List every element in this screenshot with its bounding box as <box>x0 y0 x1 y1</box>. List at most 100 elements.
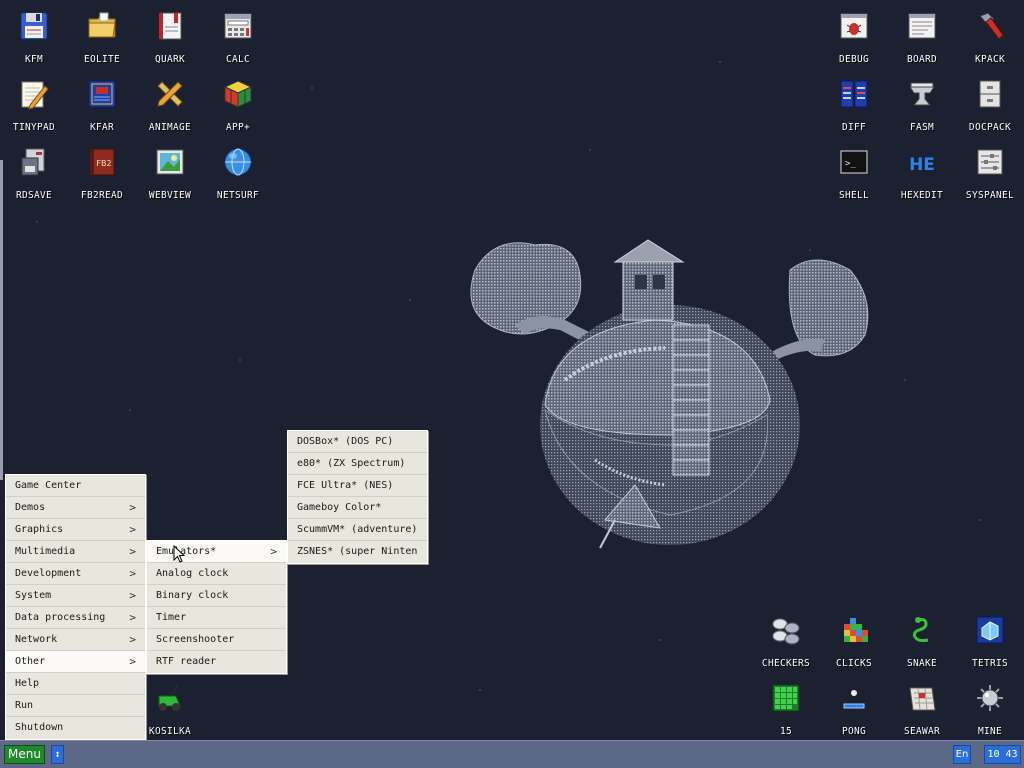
desktop-icon-label: KFAR <box>89 122 115 133</box>
desktop-icon-seawar[interactable]: SEAWAR <box>888 676 956 740</box>
menu-item-system[interactable]: System > <box>6 585 145 607</box>
menu-item-emulators[interactable]: Emulators* > <box>147 541 286 563</box>
menu-item-multimedia[interactable]: Multimedia > <box>6 541 145 563</box>
diff-icon <box>838 78 870 110</box>
desktop-icon-quark[interactable]: QUARK <box>136 4 204 68</box>
menu-item-label: e80* (ZX Spectrum) <box>297 458 406 469</box>
menu-item-scummvm[interactable]: ScummVM* (adventure) <box>288 519 427 541</box>
desktop-icon-debug[interactable]: DEBUG <box>820 4 888 68</box>
desktop-icon-label: TINYPAD <box>12 122 56 133</box>
desktop-icon-animage[interactable]: ANIMAGE <box>136 72 204 136</box>
desktop-icon-syspanel[interactable]: SYSPANEL <box>956 140 1024 204</box>
blocks-icon <box>838 614 870 646</box>
desktop-icon-kfm[interactable]: KFM <box>0 4 68 68</box>
desktop-icon-app-plus[interactable]: APP+ <box>204 72 272 136</box>
web-image-icon <box>154 146 186 178</box>
menu-item-e80[interactable]: e80* (ZX Spectrum) <box>288 453 427 475</box>
desktop-icon-label: NETSURF <box>216 190 260 201</box>
desktop-icon-eolite[interactable]: EOLITE <box>68 4 136 68</box>
menu-item-graphics[interactable]: Graphics > <box>6 519 145 541</box>
menu-item-label: Shutdown <box>15 722 64 733</box>
anvil-icon <box>906 78 938 110</box>
seawar-icon <box>906 682 938 714</box>
menu-item-label: Emulators* <box>156 546 217 557</box>
desktop-icon-label: TETRIS <box>971 658 1009 669</box>
desktop-icon-hexedit[interactable]: HE HEXEDIT <box>888 140 956 204</box>
menu-item-game-center[interactable]: Game Center <box>6 475 145 497</box>
desktop-icon-15[interactable]: 15 <box>752 676 820 740</box>
menu-item-shutdown[interactable]: Shutdown <box>6 717 145 739</box>
left-edge-panel <box>0 160 3 480</box>
desktop-icon-netsurf[interactable]: NETSURF <box>204 140 272 204</box>
menu-item-label: Run <box>15 700 34 711</box>
other-submenu: Emulators* > Analog clock Binary clock Ti… <box>146 540 287 674</box>
desktop-icon-label: KFM <box>24 54 44 65</box>
menu-item-label: ZSNES* (super Ninten <box>297 546 418 557</box>
desktop[interactable]: KFM EOLITE QUARK CALC TINYPAD KFAR ANIMA… <box>0 0 1024 740</box>
hexedit-glyph: HE <box>909 155 935 175</box>
desktop-icon-calc[interactable]: CALC <box>204 4 272 68</box>
desktop-icon-pong[interactable]: PONG <box>820 676 888 740</box>
menu-item-development[interactable]: Development > <box>6 563 145 585</box>
cabinet-icon <box>974 78 1006 110</box>
desktop-icon-mine[interactable]: MINE <box>956 676 1024 740</box>
clock[interactable]: 10 43 <box>984 745 1021 764</box>
start-menu-button[interactable]: Menu <box>4 745 45 764</box>
desktop-icon-diff[interactable]: DIFF <box>820 72 888 136</box>
desktop-icon-rdsave[interactable]: RDSAVE <box>0 140 68 204</box>
desktop-icon-label: FASM <box>909 122 935 133</box>
menu-item-label: Screenshooter <box>156 634 235 645</box>
desktop-icon-label: SEAWAR <box>903 726 941 737</box>
menu-item-other[interactable]: Other > <box>6 651 145 673</box>
desktop-icon-kfar[interactable]: KFAR <box>68 72 136 136</box>
menu-item-rtf-reader[interactable]: RTF reader <box>147 651 286 673</box>
snake-icon <box>906 614 938 646</box>
mine-icon <box>974 682 1006 714</box>
menu-item-help[interactable]: Help <box>6 673 145 695</box>
desktop-icon-board[interactable]: BOARD <box>888 4 956 68</box>
desktop-icon-checkers[interactable]: CHECKERS <box>752 608 820 672</box>
desktop-icon-webview[interactable]: WEBVIEW <box>136 140 204 204</box>
menu-item-gameboy-color[interactable]: Gameboy Color* <box>288 497 427 519</box>
menu-item-demos[interactable]: Demos > <box>6 497 145 519</box>
menu-item-screenshooter[interactable]: Screenshooter <box>147 629 286 651</box>
desktop-icon-label: EOLITE <box>83 54 121 65</box>
desktop-icon-fasm[interactable]: FASM <box>888 72 956 136</box>
desktop-icon-snake[interactable]: SNAKE <box>888 608 956 672</box>
taskbar: Menu ↕ En 10 43 <box>0 740 1024 768</box>
menu-item-analog-clock[interactable]: Analog clock <box>147 563 286 585</box>
desktop-icon-label: RDSAVE <box>15 190 53 201</box>
keyboard-layout-indicator[interactable]: En <box>953 745 971 764</box>
window-switch-button[interactable]: ↕ <box>51 745 64 764</box>
menu-item-fce-ultra[interactable]: FCE Ultra* (NES) <box>288 475 427 497</box>
desktop-icon-fb2read[interactable]: FB2 FB2READ <box>68 140 136 204</box>
menu-item-zsnes[interactable]: ZSNES* (super Ninten <box>288 541 427 563</box>
desktop-icon-tetris[interactable]: TETRIS <box>956 608 1024 672</box>
menu-item-dosbox[interactable]: DOSBox* (DOS PC) <box>288 431 427 453</box>
menu-item-data-processing[interactable]: Data processing > <box>6 607 145 629</box>
desktop-icon-kosilka[interactable]: KOSILKA <box>136 676 204 740</box>
desktop-icon-label: SNAKE <box>906 658 938 669</box>
desktop-icon-kpack[interactable]: KPACK <box>956 4 1024 68</box>
notebook-icon <box>154 10 186 42</box>
desktop-icon-label: DIFF <box>841 122 867 133</box>
menu-item-label: Other <box>15 656 46 667</box>
menu-item-network[interactable]: Network > <box>6 629 145 651</box>
menu-item-label: Network <box>15 634 58 645</box>
menu-item-run[interactable]: Run <box>6 695 145 717</box>
desktop-icon-clicks[interactable]: CLICKS <box>820 608 888 672</box>
desktop-icon-label: 15 <box>779 726 793 737</box>
desktop-icon-tinypad[interactable]: TINYPAD <box>0 72 68 136</box>
desktop-icon-docpack[interactable]: DOCPACK <box>956 72 1024 136</box>
menu-item-label: System <box>15 590 52 601</box>
menu-item-timer[interactable]: Timer <box>147 607 286 629</box>
chevron-right-icon: > <box>270 545 277 558</box>
desktop-icon-label: PONG <box>841 726 867 737</box>
archive-icon <box>86 78 118 110</box>
menu-item-label: Binary clock <box>156 590 229 601</box>
planet-wallpaper <box>470 239 869 549</box>
menu-item-binary-clock[interactable]: Binary clock <box>147 585 286 607</box>
save-disk-icon <box>18 146 50 178</box>
desktop-icon-shell[interactable]: >_ SHELL <box>820 140 888 204</box>
shell-prompt: >_ <box>845 159 856 169</box>
